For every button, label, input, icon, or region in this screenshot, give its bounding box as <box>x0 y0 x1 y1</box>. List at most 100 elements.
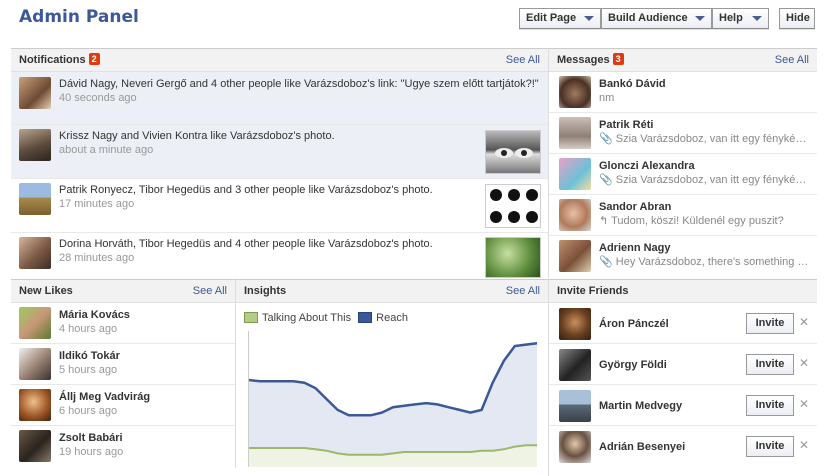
invite-item: Adrián Besenyei Invite ✕ <box>549 426 817 468</box>
like-item[interactable]: Zsolt Babári 19 hours ago <box>11 426 235 468</box>
insights-panel: Insights See All Talking About This Reac… <box>236 279 548 468</box>
notification-text: Patrik Ronyecz, Tibor Hegedüs and 3 othe… <box>59 184 433 196</box>
friend-name: Martin Medvegy <box>599 400 683 412</box>
notification-item[interactable]: Krissz Nagy and Vivien Kontra like Varáz… <box>11 125 548 179</box>
notification-text: Dávid Nagy, Neveri Gergő and 4 other peo… <box>59 78 539 90</box>
messages-see-all-link[interactable]: See All <box>775 49 809 71</box>
invite-button[interactable]: Invite <box>746 436 794 457</box>
notifications-see-all-link[interactable]: See All <box>506 49 540 71</box>
message-item[interactable]: Glonczi Alexandra 📎 Szia Varázsdoboz, va… <box>549 154 817 195</box>
message-snippet-row: 📎 Szia Varázsdoboz, van itt egy fényképe… <box>599 173 811 187</box>
avatar <box>19 389 51 421</box>
help-button[interactable]: Help <box>712 8 769 29</box>
invite-item: Áron Pánczél Invite ✕ <box>549 303 817 344</box>
eyes-photo-icon <box>495 148 533 158</box>
message-snippet-row: ↰ Tudom, köszi! Küldenél egy puszit? <box>599 214 811 228</box>
message-snippet: Szia Varázsdoboz, van itt egy fényképem.… <box>615 133 811 145</box>
notifications-count-badge: 2 <box>88 53 100 65</box>
notifications-panel: Notifications 2 See All Dávid Nagy, Never… <box>11 48 548 278</box>
message-item[interactable]: Sandor Abran ↰ Tudom, köszi! Küldenél eg… <box>549 195 817 236</box>
avatar <box>559 240 591 272</box>
paperclip-icon: 📎 <box>599 133 613 145</box>
faces-grid-photo-icon <box>490 189 538 223</box>
liker-name: Mária Kovács <box>59 309 130 321</box>
notification-text: Dorina Horváth, Tibor Hegedüs and 4 othe… <box>59 238 433 250</box>
insights-area-chart[interactable] <box>248 331 538 467</box>
friend-name: György Földi <box>599 359 667 371</box>
notification-time: 17 minutes ago <box>59 198 135 210</box>
invite-header: Invite Friends <box>549 279 817 303</box>
reply-arrow-icon: ↰ <box>599 215 609 227</box>
new-likes-header: New Likes See All <box>11 279 235 303</box>
message-snippet: Hey Varázsdoboz, there's something a... <box>615 256 811 268</box>
legend-swatch <box>244 312 258 323</box>
message-sender: Sandor Abran <box>599 201 672 213</box>
invite-button[interactable]: Invite <box>746 354 794 375</box>
edit-page-button[interactable]: Edit Page <box>519 8 601 29</box>
close-icon[interactable]: ✕ <box>799 356 809 370</box>
insights-see-all-link[interactable]: See All <box>506 280 540 302</box>
liker-name: Ildikó Tokár <box>59 350 120 362</box>
photo-thumbnail[interactable] <box>485 237 541 278</box>
message-snippet: nm <box>599 92 615 104</box>
invite-button[interactable]: Invite <box>746 395 794 416</box>
messages-title: Messages <box>557 54 610 66</box>
invite-item: György Földi Invite ✕ <box>549 344 817 385</box>
edit-page-label: Edit Page <box>526 12 577 24</box>
notification-item[interactable]: Patrik Ronyecz, Tibor Hegedüs and 3 othe… <box>11 179 548 233</box>
legend-label: Talking About This <box>262 312 352 324</box>
new-likes-see-all-link[interactable]: See All <box>193 280 227 302</box>
avatar <box>19 77 51 109</box>
notification-text: Krissz Nagy and Vivien Kontra like Varáz… <box>59 130 335 142</box>
photo-thumbnail[interactable] <box>485 130 541 174</box>
notification-item[interactable]: Dorina Horváth, Tibor Hegedüs and 4 othe… <box>11 233 548 278</box>
avatar <box>559 390 591 422</box>
hide-button[interactable]: Hide <box>779 8 815 29</box>
avatar <box>559 199 591 231</box>
friend-name: Adrián Besenyei <box>599 441 686 453</box>
paperclip-icon: 📎 <box>599 174 613 186</box>
help-label: Help <box>719 12 743 24</box>
avatar <box>559 76 591 108</box>
like-item[interactable]: Állj Meg Vadvirág 6 hours ago <box>11 385 235 426</box>
hide-label: Hide <box>786 12 810 24</box>
avatar <box>559 117 591 149</box>
caret-down-icon <box>752 16 762 21</box>
close-icon[interactable]: ✕ <box>799 397 809 411</box>
notification-item[interactable]: Dávid Nagy, Neveri Gergő and 4 other peo… <box>11 72 548 125</box>
messages-count-badge: 3 <box>612 53 624 65</box>
like-time: 6 hours ago <box>59 405 118 417</box>
like-item[interactable]: Ildikó Tokár 5 hours ago <box>11 344 235 385</box>
message-sender: Patrik Réti <box>599 119 654 131</box>
avatar <box>19 237 51 269</box>
avatar <box>559 431 591 463</box>
new-likes-panel: New Likes See All Mária Kovács 4 hours a… <box>11 279 235 468</box>
message-item[interactable]: Patrik Réti 📎 Szia Varázsdoboz, van itt … <box>549 113 817 154</box>
message-item[interactable]: Bankó Dávid nm <box>549 72 817 113</box>
invite-item: Martin Medvegy Invite ✕ <box>549 385 817 426</box>
notification-time: 40 seconds ago <box>59 92 137 104</box>
caret-down-icon <box>695 16 705 21</box>
like-time: 4 hours ago <box>59 323 118 335</box>
message-item[interactable]: Adrienn Nagy 📎 Hey Varázsdoboz, there's … <box>549 236 817 278</box>
notifications-header: Notifications 2 See All <box>11 48 548 72</box>
invite-friends-panel: Invite Friends Áron Pánczél Invite ✕ Gyö… <box>549 279 817 468</box>
message-snippet: Tudom, köszi! Küldenél egy puszit? <box>611 215 784 227</box>
message-snippet: Szia Varázsdoboz, van itt egy fényképem.… <box>615 174 811 186</box>
photo-thumbnail[interactable] <box>485 184 541 228</box>
legend-swatch <box>358 312 373 323</box>
close-icon[interactable]: ✕ <box>799 315 809 329</box>
like-item[interactable]: Mária Kovács 4 hours ago <box>11 303 235 344</box>
legend-item-reach: Reach <box>358 312 408 324</box>
notification-time: about a minute ago <box>59 144 154 156</box>
invite-button[interactable]: Invite <box>746 313 794 334</box>
messages-header: Messages 3 See All <box>549 48 817 72</box>
insights-header: Insights See All <box>236 279 548 303</box>
legend-label: Reach <box>376 312 408 324</box>
close-icon[interactable]: ✕ <box>799 438 809 452</box>
messages-panel: Messages 3 See All Bankó Dávid nm Patrik … <box>549 48 817 278</box>
build-audience-button[interactable]: Build Audience <box>601 8 712 29</box>
avatar <box>19 430 51 462</box>
avatar <box>19 348 51 380</box>
legend-item-talking: Talking About This <box>244 312 351 324</box>
